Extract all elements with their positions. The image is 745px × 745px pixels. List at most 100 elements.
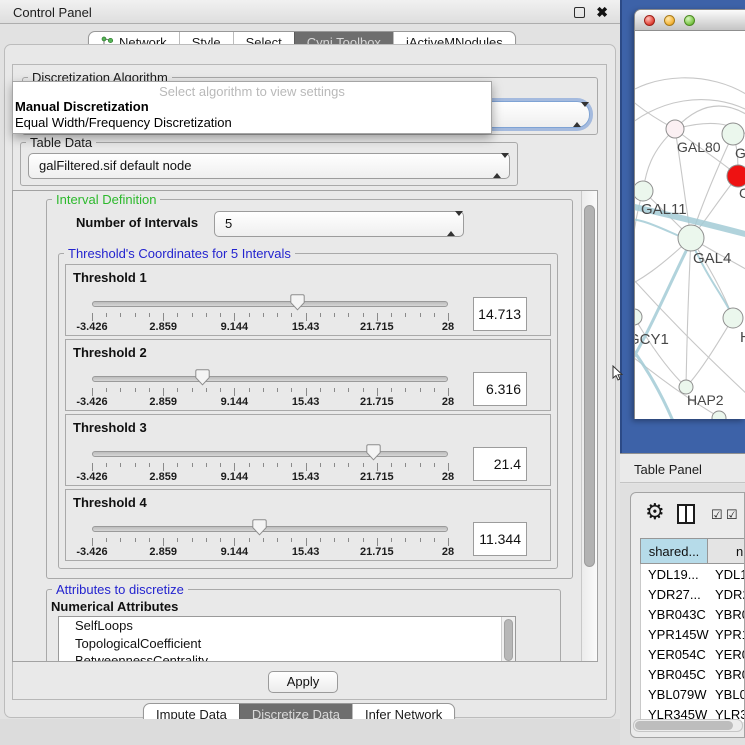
- attribute-list-item[interactable]: TopologicalCoefficient: [59, 635, 515, 653]
- slider-tick: [291, 313, 292, 317]
- slider-tick: [120, 538, 121, 542]
- table-panel-title: Table Panel: [634, 462, 702, 477]
- network-node-gal80[interactable]: [666, 120, 684, 138]
- vertical-scrollbar[interactable]: [581, 191, 597, 661]
- apply-button[interactable]: Apply: [268, 671, 338, 693]
- network-node-h[interactable]: [723, 308, 743, 328]
- algorithm-hint-item[interactable]: Select algorithm to view settings: [13, 82, 491, 99]
- slider-tick: [420, 463, 421, 467]
- slider-tick: [206, 463, 207, 467]
- table-row[interactable]: YBR045CYBR0: [641, 664, 745, 684]
- network-node-gcy1[interactable]: [635, 309, 642, 325]
- algorithm-option[interactable]: Manual Discretization: [13, 99, 491, 115]
- checkbox-icon[interactable]: ☑: [726, 507, 738, 523]
- slider-tick: [277, 388, 278, 392]
- minimize-traffic-light-icon[interactable]: [664, 15, 675, 26]
- node-label: H: [740, 329, 745, 346]
- threshold-slider-thumb[interactable]: [366, 444, 381, 461]
- node-label: C: [739, 185, 745, 201]
- algorithm-option[interactable]: Equal Width/Frequency Discretization: [13, 115, 491, 131]
- threshold-slider-thumb[interactable]: [290, 294, 305, 311]
- zoom-traffic-light-icon[interactable]: [684, 15, 695, 26]
- slider-tick: [249, 388, 250, 392]
- threshold-slider-track[interactable]: [92, 451, 448, 457]
- table-row[interactable]: YER054CYER0: [641, 644, 745, 664]
- slider-tick: [448, 463, 449, 471]
- scrollbar-thumb[interactable]: [504, 619, 513, 661]
- gear-icon[interactable]: ⚙: [645, 499, 665, 525]
- slider-tick: [377, 388, 378, 396]
- number-of-intervals-combobox[interactable]: 5: [214, 211, 464, 237]
- network-node-g[interactable]: [722, 123, 744, 145]
- slider-ticks: [92, 388, 448, 396]
- split-view-icon[interactable]: [677, 504, 695, 524]
- slider-tick: [391, 538, 392, 542]
- slider-tick-label: 2.859: [149, 546, 177, 558]
- table-body: YDL19...YDL1YDR27...YDR2YBR043CYBR0YPR14…: [640, 564, 745, 722]
- table-row[interactable]: YBL079WYBL0: [641, 684, 745, 704]
- table-row[interactable]: YPR145WYPR1: [641, 624, 745, 644]
- threshold-value-field[interactable]: 21.4: [473, 447, 527, 481]
- horizontal-scrollbar[interactable]: [633, 719, 743, 732]
- threshold-slider-track[interactable]: [92, 376, 448, 382]
- slider-tick: [220, 463, 221, 467]
- close-traffic-light-icon[interactable]: [644, 15, 655, 26]
- threshold-slider-track[interactable]: [92, 301, 448, 307]
- attribute-list-item[interactable]: BetweennessCentrality: [59, 652, 515, 662]
- threshold-slider-track[interactable]: [92, 526, 448, 532]
- table-row[interactable]: YDR27...YDR2: [641, 584, 745, 604]
- threshold-slider-thumb[interactable]: [252, 519, 267, 536]
- network-node[interactable]: [712, 411, 726, 419]
- slider-tick: [92, 313, 93, 321]
- slider-tick: [363, 463, 364, 467]
- threshold-value-field[interactable]: 11.344: [473, 522, 527, 556]
- scrollbar-thumb[interactable]: [584, 205, 595, 567]
- node-label: GAL4: [693, 250, 731, 267]
- table-row[interactable]: YDL19...YDL1: [641, 564, 745, 584]
- network-node-gal11[interactable]: [635, 181, 653, 201]
- column-header-shared-name[interactable]: shared...: [640, 538, 708, 564]
- slider-tick: [363, 313, 364, 317]
- network-node-c[interactable]: [727, 165, 745, 187]
- slider-tick: [434, 538, 435, 542]
- threshold-label: Threshold 1: [73, 270, 147, 285]
- network-node-gal4[interactable]: [678, 225, 704, 251]
- attribute-list-item[interactable]: SelfLoops: [59, 617, 515, 635]
- slider-tick: [434, 463, 435, 467]
- checkbox-icon[interactable]: ☑: [711, 507, 723, 523]
- slider-tick-label: 21.715: [360, 546, 394, 558]
- slider-tick: [277, 538, 278, 542]
- threshold-value-field[interactable]: 14.713: [473, 297, 527, 331]
- threshold-panel: Threshold 2 -3.4262.8599.14415.4321.71528…: [65, 339, 551, 411]
- close-icon[interactable]: ✖: [596, 4, 608, 21]
- slider-ticks: [92, 538, 448, 546]
- list-vertical-scrollbar[interactable]: [501, 617, 515, 662]
- slider-tick-labels: -3.4262.8599.14415.4321.71528: [92, 396, 448, 409]
- slider-tick: [92, 463, 93, 471]
- threshold-panel: Threshold 4-3.4262.8599.14415.4321.71528…: [65, 489, 551, 561]
- slider-tick: [192, 313, 193, 317]
- scrollbar-thumb[interactable]: [635, 721, 733, 730]
- number-of-intervals-value: 5: [225, 216, 232, 231]
- slider-tick: [92, 388, 93, 396]
- float-window-icon[interactable]: [574, 7, 585, 18]
- network-canvas[interactable]: GAL80GCGAL11GAL4GCY1HHAP2: [635, 31, 745, 419]
- slider-tick-labels: -3.4262.8599.14415.4321.71528: [92, 471, 448, 484]
- slider-tick: [206, 388, 207, 392]
- slider-tick: [448, 538, 449, 546]
- slider-tick: [120, 463, 121, 467]
- slider-tick: [177, 463, 178, 467]
- slider-tick-label: -3.426: [76, 321, 107, 333]
- threshold-label: Threshold 2: [73, 345, 147, 360]
- slider-tick: [106, 313, 107, 317]
- table-panel-frame: ⚙ ☑ ☑ shared... n YDL19...YDL1YDR27...YD…: [630, 492, 745, 738]
- slider-tick: [234, 538, 235, 546]
- threshold-value-field[interactable]: 6.316: [473, 372, 527, 406]
- threshold-slider-thumb[interactable]: [195, 369, 210, 386]
- column-header-name[interactable]: n: [708, 538, 745, 564]
- cell-shared-name: YBR043C: [641, 607, 709, 622]
- slider-tick: [163, 463, 164, 471]
- table-data-combobox[interactable]: galFiltered.sif default node: [28, 153, 510, 179]
- slider-tick: [363, 538, 364, 542]
- table-row[interactable]: YBR043CYBR0: [641, 604, 745, 624]
